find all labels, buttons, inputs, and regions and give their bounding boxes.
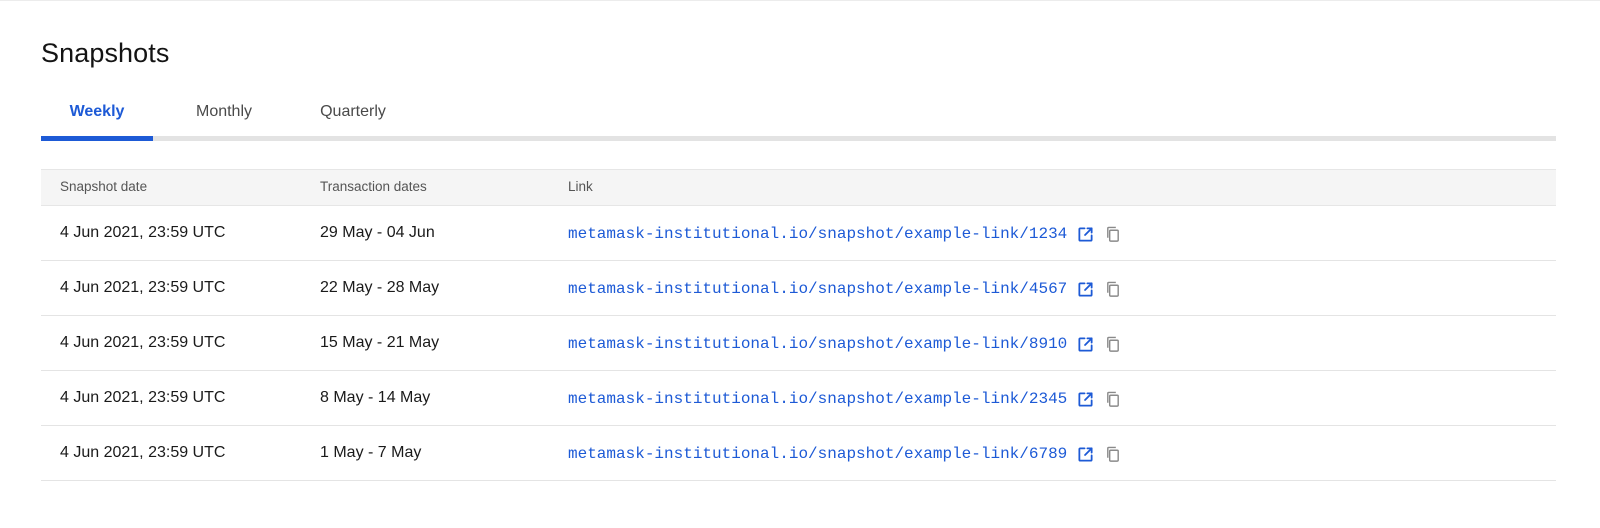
snapshots-table: Snapshot date Transaction dates Link 4 J…: [41, 169, 1556, 481]
snapshot-date-cell: 4 Jun 2021, 23:59 UTC: [60, 389, 226, 406]
table-header: Snapshot date Transaction dates Link: [41, 169, 1556, 206]
copy-icon[interactable]: [1103, 279, 1123, 299]
snapshots-page: Snapshots Weekly Monthly Quarterly Snaps…: [0, 0, 1600, 528]
transaction-dates-cell: 15 May - 21 May: [320, 334, 440, 351]
snapshot-link[interactable]: metamask-institutional.io/snapshot/examp…: [568, 445, 1067, 463]
external-link-icon[interactable]: [1075, 389, 1095, 409]
page-title: Snapshots: [41, 38, 170, 68]
snapshot-link[interactable]: metamask-institutional.io/snapshot/examp…: [568, 280, 1067, 298]
transaction-dates-cell: 1 May - 7 May: [320, 444, 422, 461]
table-row: 4 Jun 2021, 23:59 UTC 22 May - 28 May me…: [41, 261, 1556, 316]
link-cell: metamask-institutional.io/snapshot/examp…: [568, 333, 1123, 355]
tab-weekly[interactable]: Weekly: [41, 93, 153, 141]
column-header-link: Link: [568, 179, 593, 194]
snapshot-link[interactable]: metamask-institutional.io/snapshot/examp…: [568, 390, 1067, 408]
column-header-transaction-dates: Transaction dates: [320, 179, 427, 194]
transaction-dates-cell: 22 May - 28 May: [320, 279, 440, 296]
external-link-icon[interactable]: [1075, 224, 1095, 244]
table-row: 4 Jun 2021, 23:59 UTC 1 May - 7 May meta…: [41, 426, 1556, 481]
tab-monthly[interactable]: Monthly: [175, 93, 273, 141]
copy-icon[interactable]: [1103, 389, 1123, 409]
snapshot-link[interactable]: metamask-institutional.io/snapshot/examp…: [568, 225, 1067, 243]
link-cell: metamask-institutional.io/snapshot/examp…: [568, 388, 1123, 410]
table-row: 4 Jun 2021, 23:59 UTC 8 May - 14 May met…: [41, 371, 1556, 426]
snapshot-date-cell: 4 Jun 2021, 23:59 UTC: [60, 279, 226, 296]
column-header-snapshot-date: Snapshot date: [60, 179, 148, 194]
snapshot-link[interactable]: metamask-institutional.io/snapshot/examp…: [568, 335, 1067, 353]
link-cell: metamask-institutional.io/snapshot/examp…: [568, 443, 1123, 465]
table-row: 4 Jun 2021, 23:59 UTC 15 May - 21 May me…: [41, 316, 1556, 371]
transaction-dates-cell: 8 May - 14 May: [320, 389, 431, 406]
table-row: 4 Jun 2021, 23:59 UTC 29 May - 04 Jun me…: [41, 206, 1556, 261]
external-link-icon[interactable]: [1075, 279, 1095, 299]
transaction-dates-cell: 29 May - 04 Jun: [320, 224, 435, 241]
snapshot-date-cell: 4 Jun 2021, 23:59 UTC: [60, 334, 226, 351]
tab-bar: Weekly Monthly Quarterly: [41, 93, 1556, 141]
external-link-icon[interactable]: [1075, 444, 1095, 464]
tab-quarterly[interactable]: Quarterly: [303, 93, 403, 141]
snapshot-date-cell: 4 Jun 2021, 23:59 UTC: [60, 444, 226, 461]
copy-icon[interactable]: [1103, 444, 1123, 464]
copy-icon[interactable]: [1103, 224, 1123, 244]
link-cell: metamask-institutional.io/snapshot/examp…: [568, 223, 1123, 245]
snapshot-date-cell: 4 Jun 2021, 23:59 UTC: [60, 224, 226, 241]
external-link-icon[interactable]: [1075, 334, 1095, 354]
link-cell: metamask-institutional.io/snapshot/examp…: [568, 278, 1123, 300]
copy-icon[interactable]: [1103, 334, 1123, 354]
